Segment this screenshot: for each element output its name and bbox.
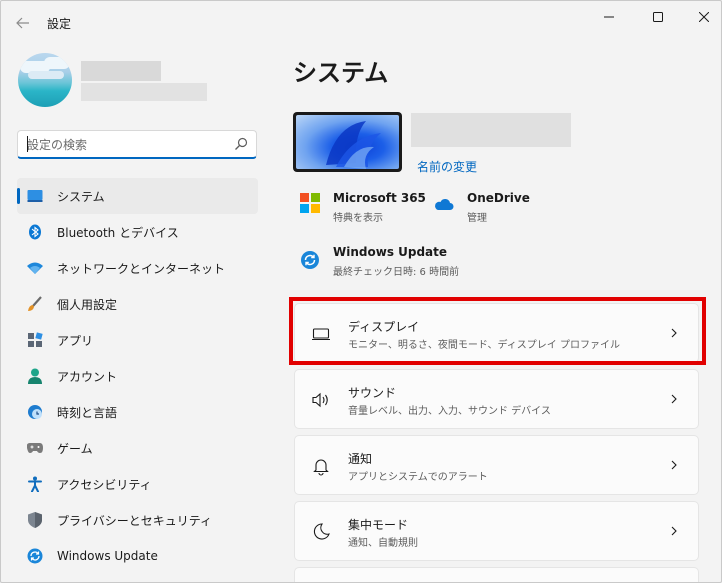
speaker-icon	[312, 392, 328, 408]
sidebar-item-accessibility[interactable]: アクセシビリティ	[17, 466, 258, 502]
back-arrow-icon	[16, 17, 29, 29]
title-bar: 設定	[1, 1, 721, 41]
wifi-icon	[27, 260, 43, 276]
account-icon	[27, 368, 43, 384]
gamepad-icon	[27, 440, 43, 456]
sidebar-item-label: Bluetooth とデバイス	[57, 225, 179, 240]
quick-title: OneDrive	[467, 191, 530, 205]
sidebar-item-label: 個人用設定	[57, 297, 118, 312]
microsoft365-icon	[300, 193, 320, 213]
quick-subtitle: 管理	[467, 213, 487, 224]
search-box[interactable]	[17, 130, 257, 159]
minimize-button[interactable]	[586, 1, 632, 33]
onedrive-tile[interactable]: OneDrive 管理	[434, 191, 554, 225]
sidebar-item-network[interactable]: ネットワークとインターネット	[17, 250, 258, 286]
search-icon[interactable]	[234, 137, 248, 151]
settings-window: 設定 システム Bl	[0, 0, 722, 583]
sidebar-item-label: Windows Update	[57, 549, 158, 563]
shield-icon	[27, 512, 43, 528]
sidebar-item-gaming[interactable]: ゲーム	[17, 430, 258, 466]
card-title: サウンド	[348, 386, 397, 400]
quick-title: Windows Update	[333, 245, 448, 259]
apps-icon	[27, 332, 43, 348]
page-title: システム	[293, 59, 389, 87]
sidebar-item-apps[interactable]: アプリ	[17, 322, 258, 358]
rename-link[interactable]: 名前の変更	[417, 158, 477, 175]
sidebar-nav: システム Bluetooth とデバイス ネットワークとインターネット 個人用設…	[17, 178, 258, 574]
device-thumbnail	[293, 112, 402, 172]
card-subtitle: 通知、自動規則	[348, 538, 418, 549]
avatar[interactable]	[18, 53, 72, 107]
card-subtitle: アプリとシステムでのアラート	[348, 472, 488, 483]
sound-card[interactable]: サウンド 音量レベル、出力、入力、サウンド デバイス	[294, 369, 699, 429]
next-card-partial[interactable]	[294, 567, 699, 582]
update-icon	[27, 548, 43, 564]
microsoft365-tile[interactable]: Microsoft 365 特典を表示	[300, 191, 430, 225]
focus-card[interactable]: 集中モード 通知、自動規則	[294, 501, 699, 561]
close-button[interactable]	[681, 1, 721, 33]
sidebar-item-label: アカウント	[57, 369, 118, 384]
sidebar-item-bluetooth[interactable]: Bluetooth とデバイス	[17, 214, 258, 250]
card-subtitle: 音量レベル、出力、入力、サウンド デバイス	[348, 406, 551, 417]
brush-icon	[27, 296, 43, 312]
onedrive-icon	[435, 198, 454, 210]
bluetooth-icon	[27, 224, 43, 240]
chevron-right-icon	[671, 394, 677, 404]
quick-title: Microsoft 365	[333, 191, 426, 205]
notifications-card[interactable]: 通知 アプリとシステムでのアラート	[294, 435, 699, 495]
moon-icon	[313, 523, 330, 540]
update-icon	[301, 251, 319, 269]
sidebar-item-label: アプリ	[57, 333, 94, 348]
sidebar-item-label: システム	[57, 189, 105, 204]
app-title: 設定	[47, 17, 72, 31]
sidebar-item-windows-update[interactable]: Windows Update	[17, 538, 258, 574]
account-name-redacted	[81, 61, 161, 81]
maximize-icon	[653, 12, 663, 22]
sidebar-item-time-language[interactable]: 時刻と言語	[17, 394, 258, 430]
card-title: 通知	[348, 452, 373, 466]
chevron-right-icon	[671, 526, 677, 536]
clock-globe-icon	[27, 404, 43, 420]
text-caret	[27, 136, 28, 152]
sidebar-item-privacy[interactable]: プライバシーとセキュリティ	[17, 502, 258, 538]
highlight-frame	[289, 297, 706, 365]
sidebar-item-accounts[interactable]: アカウント	[17, 358, 258, 394]
scrollbar[interactable]	[713, 41, 717, 571]
chevron-right-icon	[671, 460, 677, 470]
minimize-icon	[604, 16, 614, 18]
bell-icon	[313, 459, 329, 476]
search-input[interactable]	[27, 136, 227, 154]
card-title: 集中モード	[348, 518, 409, 532]
sidebar-item-label: 時刻と言語	[57, 405, 118, 420]
sidebar-item-label: ゲーム	[57, 441, 93, 456]
back-button[interactable]	[11, 11, 35, 35]
device-name-redacted	[411, 113, 571, 147]
account-email-redacted	[81, 83, 207, 101]
quick-subtitle: 特典を表示	[333, 213, 383, 224]
accessibility-icon	[27, 476, 43, 492]
maximize-button[interactable]	[635, 1, 681, 33]
quick-subtitle: 最終チェック日時: 6 時間前	[333, 267, 460, 278]
sidebar-item-personalization[interactable]: 個人用設定	[17, 286, 258, 322]
sidebar-item-label: プライバシーとセキュリティ	[57, 513, 213, 528]
sidebar-item-system[interactable]: システム	[17, 178, 258, 214]
system-icon	[27, 188, 43, 204]
windows-update-tile[interactable]: Windows Update 最終チェック日時: 6 時間前	[300, 245, 490, 279]
close-icon	[699, 12, 709, 22]
sidebar-item-label: アクセシビリティ	[57, 477, 152, 492]
sidebar-item-label: ネットワークとインターネット	[57, 261, 226, 276]
